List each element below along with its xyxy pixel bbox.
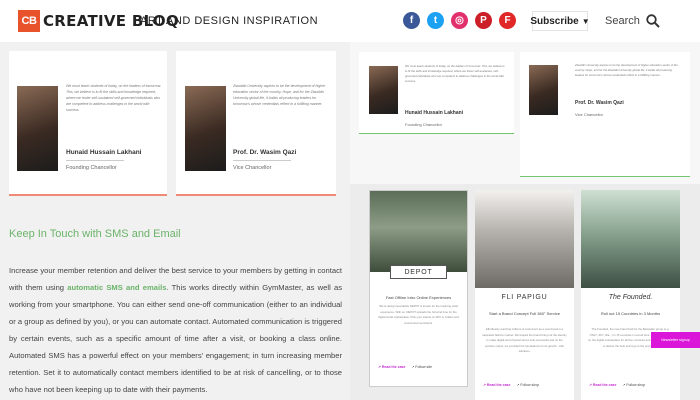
search-icon bbox=[646, 14, 660, 28]
read-case-link[interactable]: ↗ Read the case bbox=[483, 383, 510, 387]
read-case-label: Read the case bbox=[592, 383, 617, 387]
follow-label: Follow site bbox=[415, 365, 432, 369]
vice-chancellor-quote: Ziauddin University aspires to be the de… bbox=[575, 63, 678, 77]
chancellor-name: Hunaid Hussain Lakhani bbox=[405, 110, 464, 116]
chancellor-photo bbox=[17, 86, 58, 171]
product-subtitle: Roll out 15 Countries in 3 Months bbox=[600, 311, 661, 316]
read-case-link[interactable]: ↗ Read the case bbox=[378, 365, 405, 369]
card-bottom-bar bbox=[176, 194, 336, 196]
flipboard-icon[interactable]: F bbox=[499, 12, 516, 29]
chancellor-photo bbox=[369, 66, 398, 114]
flipboard-glyph: F bbox=[504, 15, 511, 26]
search-button[interactable]: Search bbox=[605, 14, 660, 28]
product-card-depot[interactable]: DEPOT Fast Offline Intro Online Experien… bbox=[369, 190, 468, 387]
read-case-label: Read the case bbox=[381, 365, 406, 369]
follow-label: Follow shop bbox=[626, 383, 646, 387]
logo-badge: CB bbox=[18, 10, 40, 32]
vice-chancellor-role: Vice Chancellor bbox=[575, 112, 603, 117]
vice-chancellor-card: Ziauddin University aspires to be the de… bbox=[176, 51, 336, 196]
section-title: Keep In Touch with SMS and Email bbox=[9, 228, 181, 240]
vice-chancellor-name: Prof. Dr. Wasim Qazi bbox=[575, 100, 624, 106]
chancellor-name: Hunaid Hussain Lakhani bbox=[66, 149, 142, 156]
chancellor-role: Founding Chancellor bbox=[66, 165, 117, 171]
vice-chancellor-name: Prof. Dr. Wasim Qazi bbox=[233, 149, 297, 156]
the-founded-campaign-image bbox=[581, 190, 680, 288]
read-case-label: Read the case bbox=[486, 383, 511, 387]
product-subtitle: Fast Offline Intro Online Experiences bbox=[385, 295, 452, 300]
chancellor-role: Founding Chancellor bbox=[405, 122, 442, 127]
chancellor-quote: We must teach students of today, on the … bbox=[405, 64, 505, 83]
newsletter-signup-button[interactable]: Newsletter signup bbox=[651, 332, 700, 348]
follow-link[interactable]: ↗ Follow shop bbox=[622, 383, 645, 387]
product-brand: The Founded. bbox=[608, 294, 653, 301]
card-bottom-bar bbox=[9, 194, 167, 196]
product-links: ↗ Read the case ↗ Follow shop bbox=[589, 383, 645, 387]
instagram-glyph: ◎ bbox=[455, 15, 464, 26]
chancellor-card-alt: We must teach students of today, on the … bbox=[359, 52, 514, 134]
vice-chancellor-photo bbox=[529, 65, 558, 115]
flipapigu-store-image bbox=[475, 190, 574, 288]
card-bottom-bar bbox=[359, 133, 514, 134]
vice-chancellor-card-alt: Ziauddin University aspires to be the de… bbox=[520, 52, 690, 177]
follow-link[interactable]: ↗ Follow shop bbox=[516, 383, 539, 387]
product-card-the-founded[interactable]: The Founded. Roll out 15 Countries in 3 … bbox=[581, 190, 680, 400]
vice-chancellor-photo bbox=[185, 86, 226, 171]
product-links: ↗ Read the case ↗ Follow shop bbox=[483, 383, 539, 387]
search-label: Search bbox=[605, 15, 640, 27]
facebook-icon[interactable]: f bbox=[403, 12, 420, 29]
name-divider bbox=[66, 160, 124, 161]
read-case-link[interactable]: ↗ Read the case bbox=[589, 383, 616, 387]
vice-chancellor-quote: Ziauddin University aspires to be the de… bbox=[233, 84, 326, 106]
site-header: CB CREATIVE BLOQ ART AND DESIGN INSPIRAT… bbox=[0, 0, 700, 42]
pinterest-glyph: P bbox=[480, 15, 487, 26]
site-tagline: ART AND DESIGN INSPIRATION bbox=[140, 15, 319, 27]
product-brand: FLI PAPIGU bbox=[501, 294, 548, 301]
subscribe-label: Subscribe bbox=[530, 15, 579, 27]
section-paragraph: Increase your member retention and deliv… bbox=[9, 262, 342, 398]
paragraph-highlight: automatic SMS and emails bbox=[67, 283, 167, 292]
card-bottom-bar bbox=[520, 176, 690, 177]
vice-chancellor-role: Vice Chancellor bbox=[233, 165, 272, 171]
product-description: We're design specialists DEPOT is known … bbox=[378, 304, 459, 325]
social-links: f t ◎ P F bbox=[403, 12, 516, 29]
product-subtitle: Start a Brand Concept Full 360° Service bbox=[489, 311, 560, 316]
facebook-glyph: f bbox=[409, 15, 414, 26]
dropdown-triangle-icon: ▼ bbox=[581, 16, 590, 26]
follow-link[interactable]: ↗ Follow site bbox=[411, 365, 431, 369]
twitter-glyph: t bbox=[433, 15, 438, 26]
right-bottom-panel: DEPOT Fast Offline Intro Online Experien… bbox=[350, 184, 700, 400]
chancellor-quote: We must teach students of today, on the … bbox=[66, 84, 161, 112]
right-top-panel: We must teach students of today, on the … bbox=[350, 42, 700, 184]
depot-store-image bbox=[370, 191, 467, 272]
product-card-flipapigu[interactable]: FLI PAPIGU Start a Brand Concept Full 36… bbox=[475, 190, 574, 400]
product-links: ↗ Read the case ↗ Follow site bbox=[378, 365, 432, 369]
subscribe-button[interactable]: Subscribe ▼ bbox=[530, 11, 590, 31]
follow-label: Follow shop bbox=[520, 383, 540, 387]
twitter-icon[interactable]: t bbox=[427, 12, 444, 29]
product-brand: DEPOT bbox=[390, 265, 447, 279]
chancellor-card: We must teach students of today, on the … bbox=[9, 51, 167, 196]
pinterest-icon[interactable]: P bbox=[475, 12, 492, 29]
product-description: Effortlessly reaching millions of custom… bbox=[482, 327, 567, 353]
name-divider bbox=[233, 160, 291, 161]
instagram-icon[interactable]: ◎ bbox=[451, 12, 468, 29]
paragraph-part2: . This works directly within GymMaster, … bbox=[9, 283, 343, 394]
